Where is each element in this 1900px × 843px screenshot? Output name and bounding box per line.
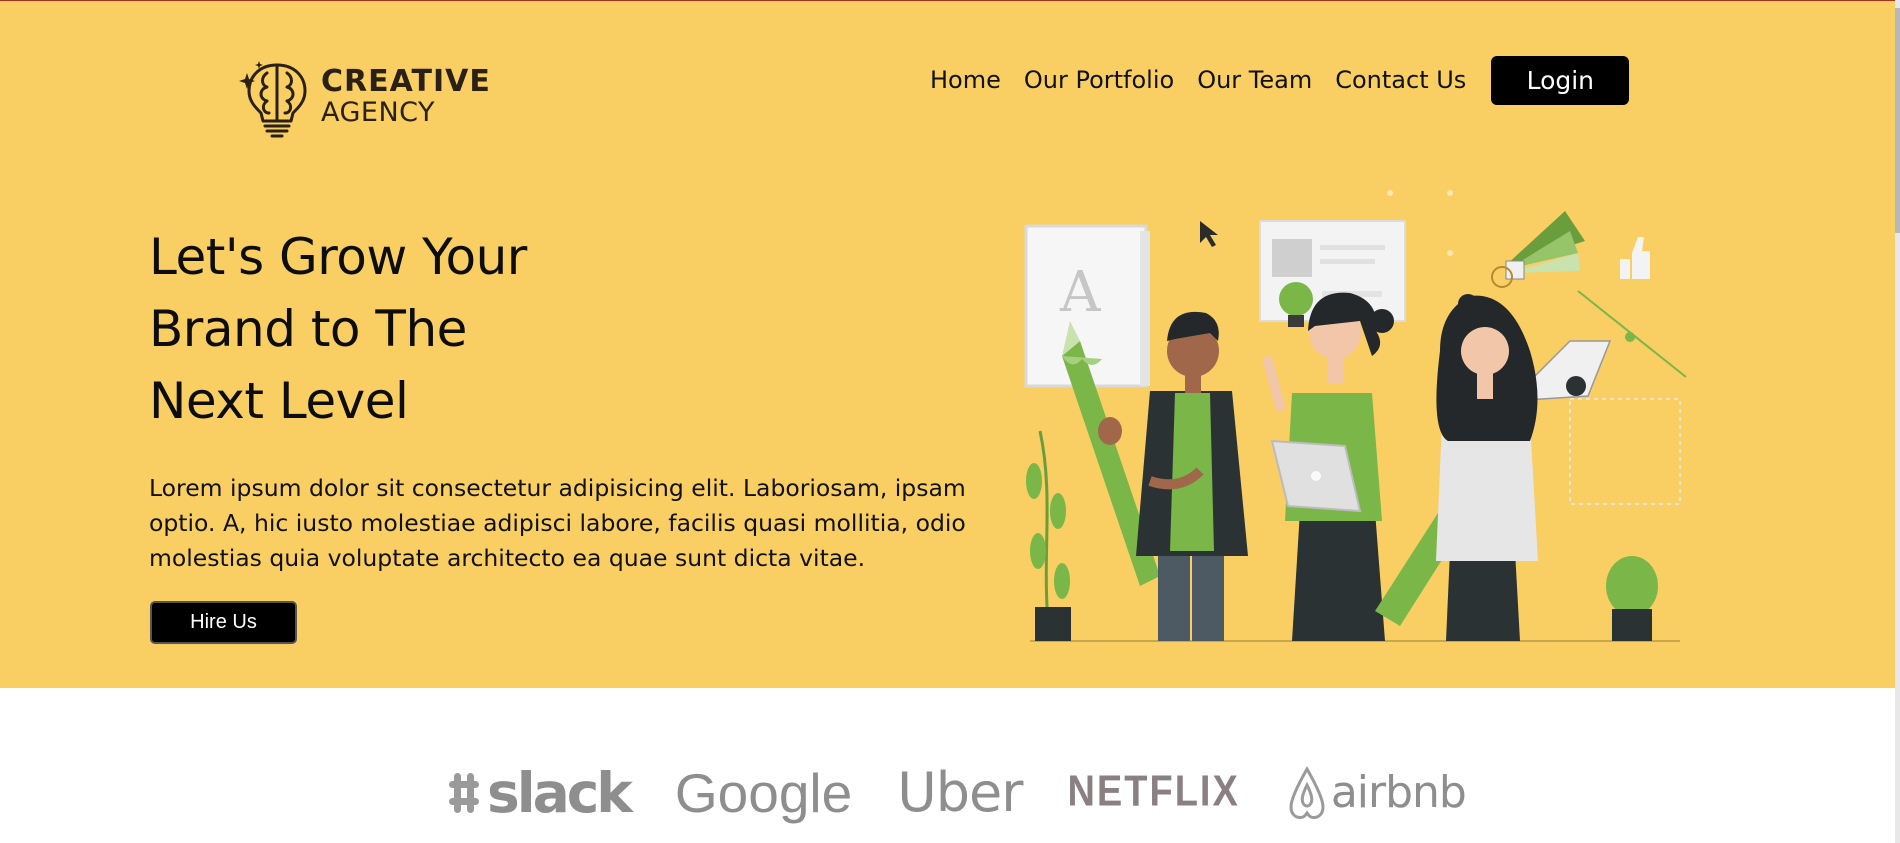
- partner-netflix[interactable]: NETFLIX: [1067, 768, 1239, 817]
- scrollbar[interactable]: [1895, 0, 1900, 843]
- brand-name-line2: AGENCY: [321, 97, 436, 128]
- airbnb-icon: [1289, 765, 1325, 819]
- nav-our-portfolio[interactable]: Our Portfolio: [1024, 66, 1174, 94]
- thumbs-up-icon: [1632, 237, 1650, 279]
- login-button[interactable]: Login: [1491, 55, 1630, 105]
- partner-slack[interactable]: slack: [445, 760, 633, 825]
- partner-netflix-label: NETFLIX: [1067, 767, 1240, 817]
- lightbulb-icon: [1279, 282, 1313, 316]
- swatch-icon: [1491, 211, 1585, 288]
- headline-line-3: Next Level: [149, 372, 409, 430]
- partner-slack-label: slack: [487, 760, 633, 825]
- brand-name-line1: CREATIVE: [321, 64, 491, 99]
- scrollbar-thumb[interactable]: [1895, 8, 1900, 233]
- partner-google-label: Google: [674, 761, 853, 824]
- partner-airbnb-label: airbnb: [1330, 767, 1467, 818]
- brand-logo[interactable]: CREATIVE AGENCY: [237, 59, 490, 141]
- hero-headline: Let's Grow Your Brand to The Next Level: [149, 221, 527, 437]
- nav-our-team[interactable]: Our Team: [1197, 66, 1312, 94]
- nav-contact-us[interactable]: Contact Us: [1335, 66, 1466, 94]
- partner-logos: slack Google Uber NETFLIX airbnb: [445, 755, 1511, 830]
- partner-uber[interactable]: Uber: [897, 761, 1023, 824]
- main-nav: Home Our Portfolio Our Team Contact Us L…: [930, 55, 1630, 105]
- headline-line-1: Let's Grow Your: [149, 228, 527, 286]
- brain-bulb-icon: [239, 61, 307, 138]
- slack-icon: [449, 772, 479, 813]
- hero-description: Lorem ipsum dolor sit consectetur adipis…: [149, 474, 966, 572]
- svg-text:A: A: [1059, 260, 1101, 325]
- partner-uber-label: Uber: [897, 761, 1023, 824]
- hero-section: CREATIVE AGENCY Home Our Portfolio Our T…: [0, 0, 1895, 688]
- headline-line-2: Brand to The: [149, 300, 467, 358]
- nav-home[interactable]: Home: [930, 66, 1001, 94]
- cursor-icon: [1200, 221, 1218, 247]
- hire-us-button[interactable]: Hire Us: [150, 601, 297, 644]
- partner-google[interactable]: Google: [675, 761, 852, 825]
- partner-airbnb[interactable]: airbnb: [1285, 763, 1467, 823]
- team-illustration: A: [1024, 190, 1687, 642]
